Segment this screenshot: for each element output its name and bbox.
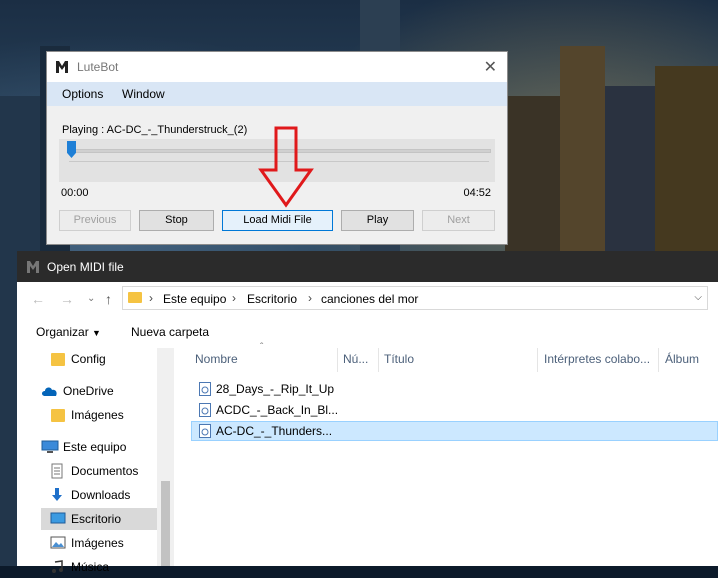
column-header-interpretes[interactable]: Intérpretes colabo...: [544, 352, 650, 366]
current-time: 00:00: [61, 187, 89, 199]
up-arrow-icon[interactable]: ↑: [105, 291, 112, 307]
address-bar[interactable]: › Este equipo › Escritorio › canciones d…: [122, 286, 708, 310]
breadcrumb-current-folder[interactable]: canciones del mor: [321, 292, 418, 306]
previous-button[interactable]: Previous: [59, 210, 131, 231]
folder-icon: [51, 353, 65, 366]
nav-item-label: Documentos: [71, 464, 139, 478]
nav-item-imagenes-onedrive[interactable]: Imágenes: [41, 404, 176, 426]
forward-arrow-icon[interactable]: →: [60, 291, 74, 307]
lutebot-logo-icon: [56, 61, 68, 73]
folder-icon: [51, 409, 65, 422]
address-dropdown-icon[interactable]: ⌵: [694, 292, 702, 303]
navigation-bar: ← → ⌄ ↑ › Este equipo › Escritorio › can…: [17, 282, 718, 316]
documents-icon: [51, 463, 63, 479]
menu-bar: Options Window: [47, 82, 507, 106]
dialog-title: Open MIDI file: [47, 260, 124, 274]
download-icon: [52, 488, 62, 501]
chevron-down-icon: ▼: [92, 328, 101, 338]
nav-item-label: Config: [71, 352, 106, 366]
nav-item-downloads[interactable]: Downloads: [41, 484, 176, 506]
file-row-selected[interactable]: AC-DC_-_Thunders...: [191, 421, 718, 441]
computer-icon: [41, 440, 59, 453]
file-list: ˆ Nombre Nú... Título Intérpretes colabo…: [174, 342, 718, 566]
column-divider[interactable]: [337, 348, 338, 372]
breadcrumb-este-equipo[interactable]: Este equipo: [163, 292, 226, 306]
now-playing-label: Playing : AC-DC_-_Thunderstruck_(2): [62, 124, 248, 136]
file-name: AC-DC_-_Thunders...: [216, 424, 333, 438]
column-header-numero[interactable]: Nú...: [343, 352, 368, 366]
pictures-icon: [50, 536, 66, 549]
file-row[interactable]: ACDC_-_Back_In_Bl...: [191, 400, 718, 420]
nav-item-este-equipo[interactable]: Este equipo: [41, 436, 176, 458]
scrollbar-thumb[interactable]: [161, 481, 170, 566]
file-name: 28_Days_-_Rip_It_Up: [216, 382, 335, 396]
load-midi-file-button[interactable]: Load Midi File: [222, 210, 333, 231]
folder-icon: [128, 292, 142, 303]
breadcrumb-chevron-icon: ›: [149, 291, 153, 305]
midi-file-icon: [199, 424, 211, 438]
midi-file-icon: [199, 403, 211, 417]
menu-options[interactable]: Options: [62, 87, 103, 101]
breadcrumb-chevron-icon: ›: [308, 291, 312, 305]
stop-button[interactable]: Stop: [139, 210, 214, 231]
column-header-album[interactable]: Álbum: [665, 352, 699, 366]
nav-item-documentos[interactable]: Documentos: [41, 460, 176, 482]
nav-item-label: Downloads: [71, 488, 131, 502]
nav-item-label: Este equipo: [63, 440, 127, 454]
nav-item-label: Escritorio: [71, 512, 122, 526]
breadcrumb-escritorio[interactable]: Escritorio: [247, 292, 297, 306]
column-divider[interactable]: [658, 348, 659, 372]
lutebot-title-bar[interactable]: LuteBot ✕: [47, 52, 507, 82]
nav-item-label: Música: [71, 560, 110, 574]
window-title: LuteBot: [77, 60, 119, 74]
nav-item-label: Imágenes: [71, 408, 124, 422]
organize-label: Organizar: [36, 325, 89, 339]
nav-item-config[interactable]: Config: [41, 348, 176, 370]
column-header-nombre[interactable]: Nombre: [195, 352, 238, 366]
navigation-pane: Config OneDrive Imágenes Este equipo Doc…: [17, 348, 176, 574]
column-divider[interactable]: [537, 348, 538, 372]
column-divider[interactable]: [378, 348, 379, 372]
column-header-titulo[interactable]: Título: [384, 352, 414, 366]
music-icon: [52, 560, 63, 573]
nav-item-escritorio[interactable]: Escritorio: [41, 508, 176, 530]
slider-thumb[interactable]: [67, 141, 76, 158]
nav-item-musica[interactable]: Música: [41, 556, 176, 578]
next-button[interactable]: Next: [422, 210, 495, 231]
nav-item-imagenes[interactable]: Imágenes: [41, 532, 176, 554]
dialog-toolbar: Organizar ▼ Nueva carpeta: [17, 316, 718, 348]
back-arrow-icon[interactable]: ←: [31, 291, 45, 307]
new-folder-button[interactable]: Nueva carpeta: [131, 325, 209, 339]
breadcrumb-chevron-icon: ›: [232, 291, 236, 305]
dialog-title-bar[interactable]: Open MIDI file: [17, 251, 718, 282]
file-name: ACDC_-_Back_In_Bl...: [216, 403, 339, 417]
nav-item-onedrive[interactable]: OneDrive: [41, 380, 176, 402]
sort-ascending-icon: ˆ: [260, 342, 264, 353]
menu-window[interactable]: Window: [122, 87, 165, 101]
onedrive-icon: [42, 387, 57, 396]
organize-button[interactable]: Organizar ▼: [36, 325, 101, 339]
nav-item-label: Imágenes: [71, 536, 124, 550]
recent-dropdown-icon[interactable]: ⌄: [87, 293, 95, 304]
desktop-icon: [50, 512, 66, 524]
red-down-arrow-icon: [258, 126, 314, 208]
navigation-scrollbar[interactable]: [157, 348, 174, 566]
close-icon[interactable]: ✕: [484, 57, 497, 77]
nav-item-label: OneDrive: [63, 384, 114, 398]
total-time: 04:52: [463, 187, 491, 199]
play-button[interactable]: Play: [341, 210, 414, 231]
file-row[interactable]: 28_Days_-_Rip_It_Up: [191, 379, 718, 399]
midi-file-icon: [199, 382, 211, 396]
open-file-dialog: Open MIDI file ← → ⌄ ↑ › Este equipo › E…: [17, 251, 718, 574]
lutebot-logo-icon: [27, 261, 39, 273]
